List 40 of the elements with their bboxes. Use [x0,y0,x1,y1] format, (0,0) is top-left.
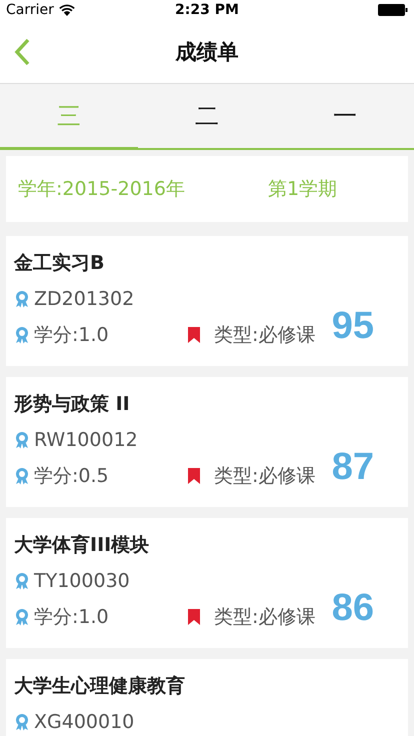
bookmark-icon [188,327,200,343]
course-card[interactable]: 形势与政策 II RW100012 学分:0.5 类型:必修课 87 [6,377,408,507]
award-icon [14,431,30,449]
course-card[interactable]: 大学体育III模块 TY100030 学分:1.0 类型:必修课 86 [6,518,408,648]
course-card[interactable]: 金工实习B ZD201302 学分:1.0 类型:必修课 95 [6,236,408,366]
award-icon [14,572,30,590]
course-code: TY100030 [34,570,130,592]
course-name: 形势与政策 II [14,392,130,417]
wifi-icon [58,4,75,16]
course-score: 87 [332,446,374,489]
semester-label: 第1学期 [268,177,338,202]
course-credit: 学分:0.5 [34,464,110,489]
course-name: 大学生心理健康教育 [14,674,185,699]
award-icon [14,290,30,308]
course-code: ZD201302 [34,288,134,310]
course-name: 金工实习B [14,251,104,276]
page-title: 成绩单 [176,40,238,64]
award-icon [14,713,30,731]
course-code: RW100012 [34,429,138,451]
school-year: 学年:2015-2016年 [18,177,186,202]
bookmark-icon [188,609,200,625]
carrier-label: Carrier [6,2,54,18]
course-score: 86 [332,587,374,630]
course-credit: 学分:1.0 [34,605,110,630]
course-name: 大学体育III模块 [14,533,150,558]
semester-tab[interactable]: 一 [276,84,414,150]
status-time: 2:23 PM [175,2,239,18]
award-icon [14,608,30,626]
award-icon [14,467,30,485]
course-type: 类型:必修课 [214,605,316,630]
bookmark-icon [188,468,200,484]
course-code: XG400010 [34,711,134,733]
semester-tab[interactable]: 二 [138,84,276,150]
course-card[interactable]: 大学生心理健康教育 XG400010 [6,659,408,736]
course-score: 95 [332,305,374,348]
course-type: 类型:必修课 [214,323,316,348]
course-credit: 学分:1.0 [34,323,110,348]
course-type: 类型:必修课 [214,464,316,489]
award-icon [14,326,30,344]
battery-icon [378,4,408,16]
